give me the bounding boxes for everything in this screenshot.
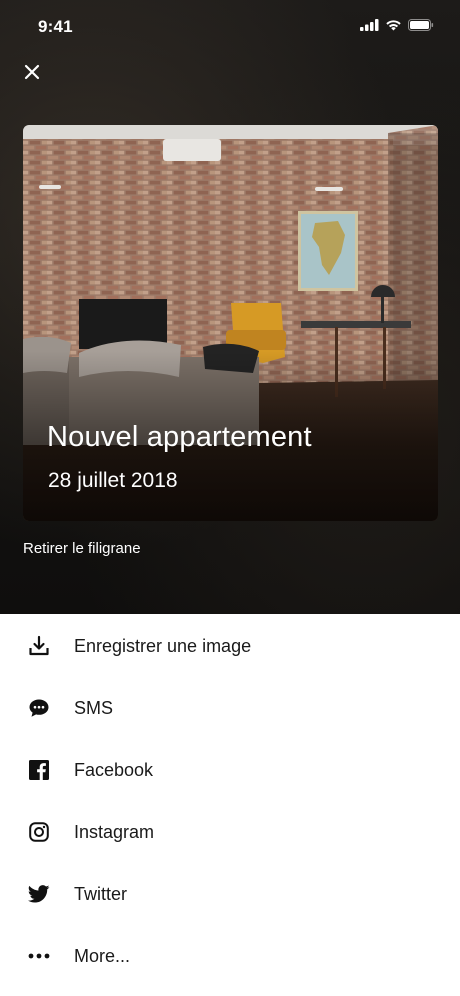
more-dots-icon [27,944,51,968]
share-item-label: Twitter [74,883,128,904]
photo-card: Nouvel appartement 28 juillet 2018 [23,125,438,521]
status-icons [360,18,434,36]
share-item-label: Facebook [74,759,154,780]
status-time: 9:41 [38,17,73,36]
card-title: Nouvel appartement [47,421,312,453]
share-item-label: Enregistrer une image [74,635,252,656]
download-icon [27,634,51,658]
share-item-twitter[interactable]: Twitter [0,863,460,925]
share-sheet: Enregistrer une image SMS Facebook Insta… [0,614,460,996]
close-icon [24,64,40,85]
instagram-icon [27,820,51,844]
chat-bubble-icon [27,696,51,720]
share-item-label: Instagram [74,821,155,842]
share-item-sms[interactable]: SMS [0,677,460,739]
battery-icon [408,18,434,36]
share-item-label: SMS [74,697,114,718]
share-item-facebook[interactable]: Facebook [0,739,460,801]
close-button[interactable] [18,60,46,88]
card-date: 28 juillet 2018 [48,469,178,492]
share-item-more[interactable]: More... [0,925,460,987]
status-bar: 9:41 [0,0,460,52]
wifi-icon [385,18,402,36]
twitter-icon [27,882,51,906]
signal-icon [360,18,379,36]
share-item-instagram[interactable]: Instagram [0,801,460,863]
share-item-label: More... [74,945,131,966]
share-item-save-image[interactable]: Enregistrer une image [0,615,460,677]
facebook-icon [27,758,51,782]
remove-watermark-link[interactable]: Retirer le filigrane [23,540,141,557]
